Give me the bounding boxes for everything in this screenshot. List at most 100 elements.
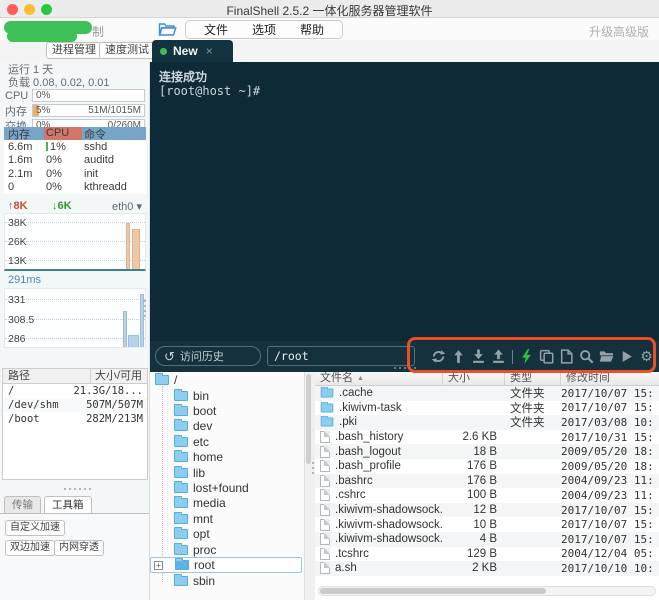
disk-row[interactable]: /dev/shm 507M/507M bbox=[3, 398, 147, 412]
file-icon bbox=[320, 460, 330, 472]
nat-traversal-button[interactable]: 内网穿透 bbox=[54, 540, 104, 556]
upload-icon[interactable] bbox=[491, 349, 506, 364]
tree-node[interactable]: lost+found bbox=[150, 480, 304, 495]
folder-icon bbox=[174, 483, 188, 493]
connection-manager-folder-icon[interactable] bbox=[158, 22, 177, 40]
file-row[interactable]: .cache 文件夹2017/10/07 15: bbox=[315, 386, 659, 401]
tree-node[interactable]: boot bbox=[150, 403, 304, 418]
file-row[interactable]: .cshrc 100 B2004/09/23 11: bbox=[315, 488, 659, 503]
file-row[interactable]: .kiwivm-task 文件夹2017/10/07 15: bbox=[315, 401, 659, 416]
play-icon[interactable] bbox=[619, 349, 634, 364]
folder-icon bbox=[321, 418, 334, 427]
download-icon[interactable] bbox=[471, 349, 486, 364]
tree-node-root[interactable]: / bbox=[150, 372, 304, 387]
process-row[interactable]: 0 0% kthreadd bbox=[4, 181, 146, 195]
network-summary: ↑8K ↓6K eth0 ▾ bbox=[0, 200, 150, 212]
up-directory-icon[interactable] bbox=[451, 349, 466, 364]
sidebar-splitter[interactable] bbox=[144, 300, 146, 317]
process-row[interactable]: 1.6m 0% auditd bbox=[4, 154, 146, 168]
sidebar-bottom-tabs: 传输 工具箱 bbox=[4, 496, 92, 513]
tree-node[interactable]: etc bbox=[150, 434, 304, 449]
expand-icon[interactable]: + bbox=[154, 561, 163, 570]
menu-options[interactable]: 选项 bbox=[240, 21, 288, 38]
tree-node[interactable]: lib bbox=[150, 465, 304, 480]
process-manager-button[interactable]: 进程管理 bbox=[46, 42, 102, 59]
redaction-blob bbox=[7, 31, 77, 42]
file-row[interactable]: .bash_logout 18 B2009/05/20 18: bbox=[315, 444, 659, 459]
tree-node[interactable]: opt bbox=[150, 527, 304, 542]
upgrade-premium-link[interactable]: 升级高级版 bbox=[589, 23, 649, 40]
path-input[interactable] bbox=[267, 346, 415, 366]
tree-scrollbar[interactable] bbox=[304, 372, 311, 600]
tree-node-selected[interactable]: + root bbox=[150, 557, 302, 572]
folder-icon bbox=[155, 375, 169, 385]
ping-chart: 331 308.5 286 bbox=[4, 288, 146, 348]
tree-node[interactable]: bin bbox=[150, 388, 304, 403]
file-list-hscrollbar[interactable] bbox=[318, 586, 656, 596]
column-size[interactable]: 大小 bbox=[443, 372, 505, 385]
file-row[interactable]: .tcshrc 129 B2004/12/04 05: bbox=[315, 547, 659, 562]
file-list-hscrollbar-thumb[interactable] bbox=[320, 588, 546, 594]
custom-acceleration-button[interactable]: 自定义加速 bbox=[5, 520, 65, 536]
folder-icon bbox=[174, 514, 188, 524]
file-row[interactable]: .bash_profile 176 B2009/05/20 18: bbox=[315, 459, 659, 474]
tab-close-icon[interactable]: × bbox=[206, 44, 213, 58]
monitor-sidebar: 运行 1 天 负载 0.08, 0.02, 0.01 CPU 0% 内存 5% … bbox=[0, 62, 150, 600]
folder-icon bbox=[174, 391, 188, 401]
tree-node[interactable]: home bbox=[150, 450, 304, 465]
tree-node[interactable]: media bbox=[150, 496, 304, 511]
tree-node[interactable]: mnt bbox=[150, 511, 304, 526]
refresh-icon[interactable] bbox=[431, 349, 446, 364]
terminal-view[interactable]: 连接成功 [root@host ~]# bbox=[150, 62, 659, 341]
lightning-icon[interactable] bbox=[519, 349, 534, 364]
process-row[interactable]: 2.1m 0% init bbox=[4, 167, 146, 181]
upload-rate-label: ↑8K bbox=[8, 200, 28, 212]
gear-icon[interactable]: ⚙ bbox=[639, 349, 654, 364]
directory-tree: / bin boot dev etc home lib lost+found m… bbox=[150, 372, 304, 600]
app-window: FinalShell 2.5.2 一体化服务器管理软件 制 文件 选项 帮助 升… bbox=[0, 0, 659, 600]
cpu-activity-tick bbox=[46, 142, 48, 151]
file-icon bbox=[320, 431, 330, 443]
column-name[interactable]: 文件名▲ bbox=[315, 372, 443, 385]
file-row[interactable]: .bashrc 176 B2004/09/23 11: bbox=[315, 474, 659, 489]
disk-row[interactable]: /boot 282M/213M bbox=[3, 412, 147, 426]
interface-selector[interactable]: eth0 ▾ bbox=[112, 200, 142, 213]
search-icon[interactable] bbox=[579, 349, 594, 364]
history-label: 访问历史 bbox=[180, 348, 224, 364]
terminal-files-splitter[interactable] bbox=[394, 367, 416, 369]
disk-row[interactable]: / 21.3G/18... bbox=[3, 384, 147, 398]
file-row[interactable]: .kiwivm-shadowsock... 4 B2017/10/07 15: bbox=[315, 532, 659, 547]
menu-file[interactable]: 文件 bbox=[192, 21, 240, 38]
menu-help[interactable]: 帮助 bbox=[288, 21, 336, 38]
column-type[interactable]: 类型 bbox=[505, 372, 561, 385]
process-row[interactable]: 6.6m 1% sshd bbox=[4, 140, 146, 154]
tree-node[interactable]: dev bbox=[150, 419, 304, 434]
folder-icon bbox=[175, 560, 189, 570]
chart-bar bbox=[128, 335, 139, 347]
chart-bar bbox=[132, 229, 141, 269]
process-table-header[interactable]: 内存 CPU 命令 bbox=[4, 127, 146, 140]
file-row[interactable]: .bash_history 2.6 KB2017/10/31 15: bbox=[315, 430, 659, 445]
toolbar-icon-strip: ⚙ bbox=[421, 345, 654, 368]
tree-node[interactable]: proc bbox=[150, 542, 304, 557]
column-mtime[interactable]: 修改时间 bbox=[561, 372, 659, 385]
file-icon bbox=[320, 548, 330, 560]
file-row[interactable]: .kiwivm-shadowsock... 12 B2017/10/07 15: bbox=[315, 503, 659, 518]
tab-transfer[interactable]: 传输 bbox=[4, 496, 41, 513]
session-tab-new[interactable]: New × bbox=[152, 40, 233, 62]
paste-icon[interactable] bbox=[559, 349, 574, 364]
folder-icon bbox=[174, 529, 188, 539]
bottom-panel-splitter[interactable] bbox=[64, 488, 91, 490]
speed-test-button[interactable]: 速度测试 bbox=[99, 42, 155, 59]
history-dropdown[interactable]: ↺ 访问历史 bbox=[155, 346, 261, 366]
file-row[interactable]: .kiwivm-shadowsock... 10 B2017/10/07 15: bbox=[315, 517, 659, 532]
file-row[interactable]: a.sh 2 KB2017/10/10 10: bbox=[315, 561, 659, 576]
tab-toolbox[interactable]: 工具箱 bbox=[44, 496, 92, 513]
dual-edge-acceleration-button[interactable]: 双边加速 bbox=[5, 540, 55, 556]
disk-table-header[interactable]: 路径 大小/可用 bbox=[3, 369, 147, 384]
file-row[interactable]: .pki 文件夹2017/03/08 10: bbox=[315, 415, 659, 430]
open-folder-icon[interactable] bbox=[599, 349, 614, 364]
copy-icon[interactable] bbox=[539, 349, 554, 364]
tree-node[interactable]: sbin bbox=[150, 574, 304, 589]
file-icon bbox=[320, 504, 330, 516]
